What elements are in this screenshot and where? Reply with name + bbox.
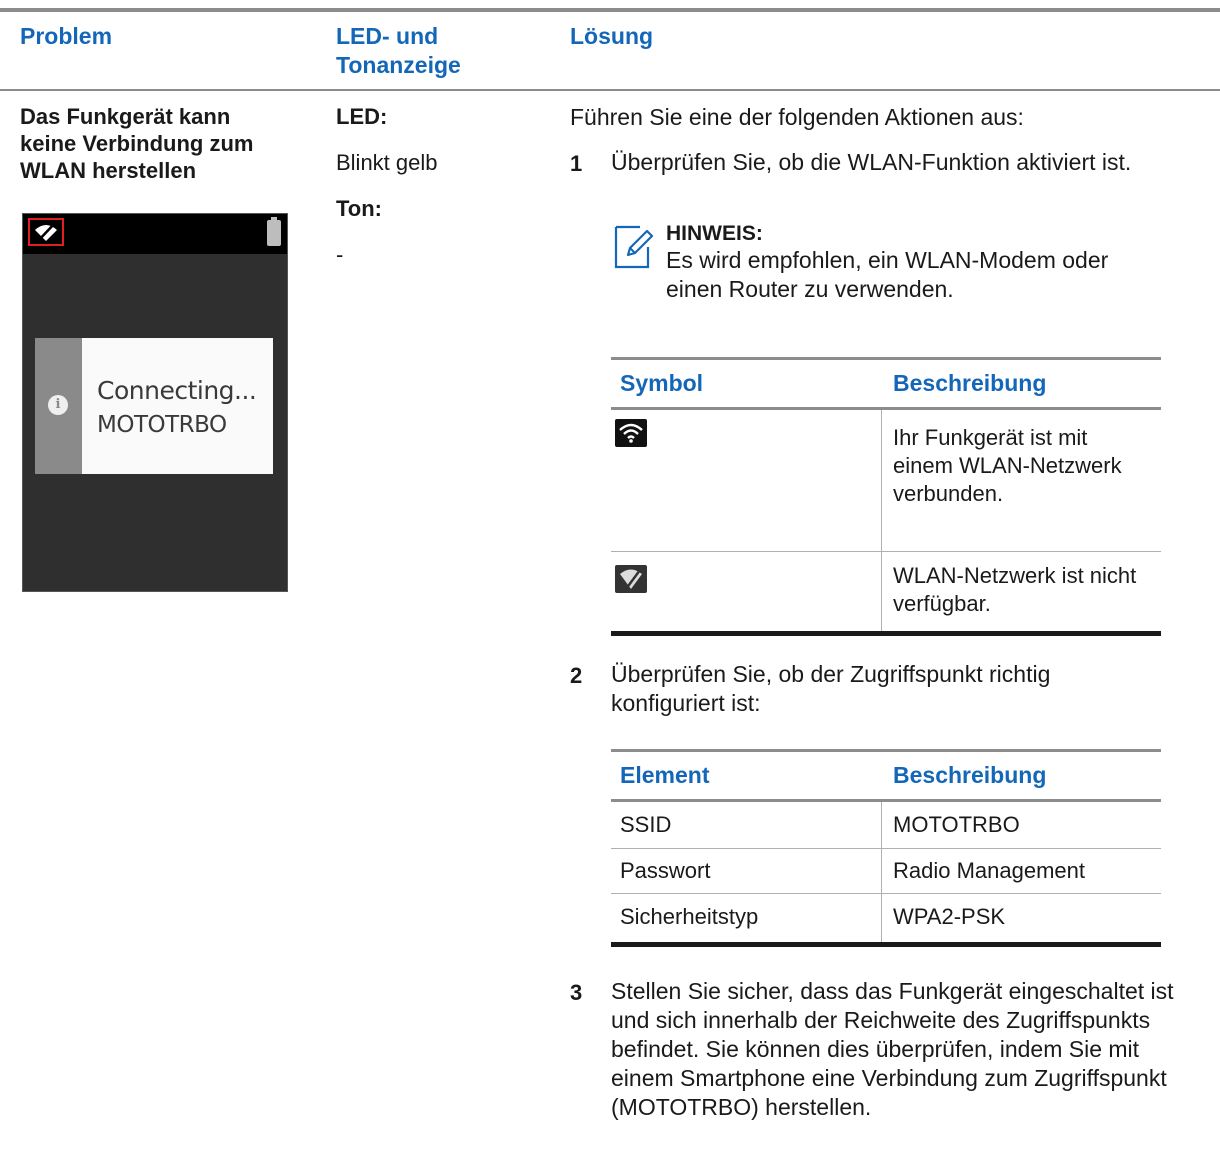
config-table-header-beschreibung: Beschreibung (893, 762, 1047, 788)
popup-sidebar: i (35, 338, 82, 474)
popup-status-text: Connecting... (97, 376, 257, 405)
column-header-led-ton: LED- und Tonanzeige (336, 23, 461, 78)
battery-icon (267, 217, 281, 246)
config-row-2-element: Passwort (620, 858, 711, 883)
symbol-table-header-beschreibung: Beschreibung (893, 370, 1047, 396)
symbol-table-row-rule (611, 551, 1161, 552)
symbol-table-divider (881, 410, 882, 632)
step-text-2: Überprüfen Sie, ob der Zugriffspunkt ric… (611, 661, 1051, 716)
note-icon (614, 225, 654, 269)
info-icon: i (48, 395, 68, 415)
config-row-3-desc: WPA2-PSK (893, 904, 1006, 929)
wifi-unavailable-icon (615, 565, 647, 593)
config-table-header-rule (611, 799, 1161, 802)
symbol-table-bottom-rule (611, 631, 1161, 636)
column-header-loesung: Lösung (570, 23, 654, 49)
radio-status-bar (23, 214, 287, 254)
step-number-3: 3 (570, 980, 583, 1005)
wifi-connected-icon (615, 419, 647, 447)
config-table-row-rule (611, 848, 1161, 849)
step-number-2: 2 (570, 663, 583, 688)
step-text-3: Stellen Sie sicher, dass das Funkgerät e… (611, 978, 1174, 1120)
config-row-3-element: Sicherheitstyp (620, 904, 759, 929)
header-rule (0, 89, 1220, 91)
led-label: LED: (336, 104, 388, 129)
note-text: Es wird empfohlen, ein WLAN-Modem oder e… (666, 247, 1109, 302)
config-row-1-element: SSID (620, 812, 672, 837)
symbol-row-1-desc: Ihr Funkgerät ist mit einem WLAN-Netzwer… (893, 425, 1122, 506)
ton-label: Ton: (336, 196, 383, 221)
symbol-table-header-symbol: Symbol (620, 370, 704, 396)
popup-network-name: MOTOTRBO (97, 412, 227, 438)
config-table-header-element: Element (620, 762, 710, 788)
connecting-popup: i Connecting... MOTOTRBO (35, 338, 273, 474)
note-title: HINWEIS: (666, 222, 763, 245)
problem-description: Das Funkgerät kann keine Verbindung zum … (20, 104, 254, 183)
wifi-off-icon (28, 218, 64, 246)
config-table-bottom-rule (611, 942, 1161, 947)
config-row-2-desc: Radio Management (893, 858, 1086, 883)
step-text-1: Überprüfen Sie, ob die WLAN-Funktion akt… (611, 149, 1132, 175)
config-table-row-rule (611, 893, 1161, 894)
symbol-table-top-rule (611, 357, 1161, 360)
led-value: Blinkt gelb (336, 150, 438, 175)
radio-screen-image: i Connecting... MOTOTRBO (22, 213, 288, 592)
symbol-row-2-desc: WLAN-Netzwerk ist nicht verfügbar. (893, 563, 1137, 616)
step-number-1: 1 (570, 151, 583, 176)
column-header-problem: Problem (20, 23, 113, 49)
solution-intro: Führen Sie eine der folgenden Aktionen a… (570, 104, 1024, 130)
config-table-divider (881, 802, 882, 944)
config-table-top-rule (611, 749, 1161, 752)
config-row-1-desc: MOTOTRBO (893, 812, 1020, 837)
ton-value: - (336, 242, 344, 267)
table-top-rule (0, 8, 1220, 12)
symbol-table-header-rule (611, 407, 1161, 410)
